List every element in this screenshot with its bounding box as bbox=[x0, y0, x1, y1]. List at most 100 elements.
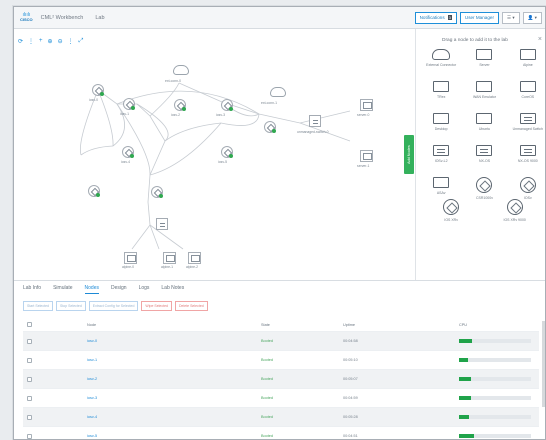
router-node[interactable] bbox=[221, 99, 233, 111]
router-node[interactable] bbox=[151, 186, 163, 198]
palette-item-iosv-l2[interactable]: IOSv-L2 bbox=[421, 145, 461, 171]
server-node[interactable] bbox=[360, 150, 373, 162]
node-name-link[interactable]: iosv-1 bbox=[87, 358, 261, 362]
router-node[interactable] bbox=[88, 185, 100, 197]
stop-selected-button[interactable]: Stop Selected bbox=[55, 301, 86, 311]
lab-name[interactable]: Lab bbox=[95, 15, 104, 21]
row-checkbox[interactable] bbox=[27, 414, 32, 420]
tab-lab-info[interactable]: Lab Info bbox=[23, 285, 41, 294]
cpu-fill bbox=[459, 339, 472, 343]
status-dot bbox=[159, 194, 163, 198]
palette-label: Server bbox=[479, 63, 490, 67]
node-actions: Start Selected Stop Selected Extract Con… bbox=[23, 301, 208, 311]
wan-emulator-icon bbox=[476, 81, 493, 92]
palette-item-server[interactable]: Server bbox=[464, 49, 504, 75]
wipe-selected-button[interactable]: Wipe Selected bbox=[141, 301, 172, 311]
switch-node[interactable] bbox=[309, 115, 321, 127]
topology-canvas[interactable]: ⟳ ⋮ + ⊕ ⊖ ⋮ ⤢ ext-conn-0 ext-conn-1 iosv… bbox=[14, 29, 402, 280]
router-node[interactable] bbox=[174, 99, 186, 111]
palette-item-wan-emulator[interactable]: WAN Emulator bbox=[464, 81, 504, 107]
select-all-checkbox[interactable] bbox=[27, 322, 32, 327]
table-row[interactable]: iosv-2 Booted 00:05:07 bbox=[23, 369, 539, 388]
table-scrollbar[interactable] bbox=[542, 321, 545, 407]
bottom-panel: Lab Info Simulate Nodes Design Logs Lab … bbox=[14, 280, 545, 439]
tab-logs[interactable]: Logs bbox=[139, 285, 150, 294]
palette-label: External Connector bbox=[426, 63, 457, 67]
start-selected-button[interactable]: Start Selected bbox=[23, 301, 53, 311]
palette-item-nx-os-9000[interactable]: NX-OS 9000 bbox=[508, 145, 545, 171]
router-node[interactable] bbox=[264, 121, 276, 133]
server-icon bbox=[476, 49, 493, 60]
palette-item-ios-xrv-9000[interactable]: IOS XRv 9000 bbox=[503, 199, 526, 225]
router-node[interactable] bbox=[123, 98, 135, 110]
column-state[interactable]: State bbox=[261, 323, 343, 327]
palette-label: WAN Emulator bbox=[472, 95, 496, 99]
server-node[interactable] bbox=[360, 99, 373, 111]
row-checkbox[interactable] bbox=[27, 338, 32, 344]
notifications-button[interactable]: Notifications 3 bbox=[414, 11, 457, 24]
status-dot bbox=[229, 107, 233, 111]
node-state: Booted bbox=[261, 339, 274, 343]
table-row[interactable]: iosv-4 Booted 00:05:28 bbox=[23, 407, 539, 426]
row-checkbox[interactable] bbox=[27, 395, 32, 401]
delete-selected-button[interactable]: Delete Selected bbox=[175, 301, 208, 311]
column-cpu[interactable]: CPU bbox=[459, 323, 539, 327]
palette-item-trex[interactable]: TRex bbox=[421, 81, 461, 107]
node-uptime: 00:04:59 bbox=[343, 396, 358, 400]
column-uptime[interactable]: Uptime bbox=[343, 323, 459, 327]
node-name-link[interactable]: iosv-5 bbox=[87, 434, 261, 438]
table-row[interactable]: iosv-3 Booted 00:04:59 bbox=[23, 388, 539, 407]
column-node[interactable]: Node bbox=[87, 323, 261, 327]
table-row[interactable]: iosv-1 Booted 00:05:10 bbox=[23, 350, 539, 369]
tab-design[interactable]: Design bbox=[111, 285, 127, 294]
router-node[interactable] bbox=[122, 146, 134, 158]
switch-node[interactable] bbox=[156, 218, 168, 230]
alpine-node[interactable] bbox=[188, 252, 201, 264]
node-name-link[interactable]: iosv-0 bbox=[87, 339, 261, 343]
node-state: Booted bbox=[261, 358, 274, 362]
table-row[interactable]: iosv-5 Booted 00:04:51 bbox=[23, 426, 539, 439]
status-dot bbox=[131, 106, 135, 110]
switch-icon bbox=[519, 145, 536, 156]
node-name-link[interactable]: iosv-2 bbox=[87, 377, 261, 381]
router-node[interactable] bbox=[92, 84, 104, 96]
palette-item-ubuntu[interactable]: Ubuntu bbox=[464, 113, 504, 139]
cpu-bar bbox=[459, 415, 531, 419]
external-connector-node[interactable] bbox=[270, 87, 286, 97]
coreos-icon bbox=[519, 81, 536, 92]
palette-item-coreos[interactable]: CoreOS bbox=[508, 81, 545, 107]
tab-lab-notes[interactable]: Lab Notes bbox=[161, 285, 184, 294]
router-node[interactable] bbox=[221, 146, 233, 158]
extract-config-button[interactable]: Extract Config for Selected bbox=[88, 301, 139, 311]
cpu-fill bbox=[459, 434, 475, 438]
node-uptime: 00:04:58 bbox=[343, 339, 358, 343]
user-manager-button[interactable]: User Manager bbox=[459, 11, 499, 24]
palette-label: IOS XRv 9000 bbox=[503, 218, 526, 222]
palette-item-alpine[interactable]: Alpine bbox=[508, 49, 545, 75]
palette-item-unmanaged-switch[interactable]: Unmanaged Switch bbox=[508, 113, 545, 139]
close-icon[interactable]: × bbox=[538, 36, 542, 43]
tab-simulate[interactable]: Simulate bbox=[53, 285, 72, 294]
menu-button[interactable]: ☰ ▾ bbox=[501, 11, 520, 24]
external-connector-node[interactable] bbox=[173, 65, 189, 75]
node-name-link[interactable]: iosv-4 bbox=[87, 415, 261, 419]
alpine-node[interactable] bbox=[163, 252, 176, 264]
cpu-bar bbox=[459, 396, 531, 400]
status-dot bbox=[229, 154, 233, 158]
palette-label: IOSv-L2 bbox=[434, 159, 448, 163]
node-label: iosv-0 bbox=[89, 98, 99, 102]
palette-item-nx-os[interactable]: NX-OS bbox=[464, 145, 504, 171]
table-row[interactable]: iosv-0 Booted 00:04:58 bbox=[23, 331, 539, 350]
node-name-link[interactable]: iosv-3 bbox=[87, 396, 261, 400]
row-checkbox[interactable] bbox=[27, 433, 32, 439]
user-button[interactable]: 👤 ▾ bbox=[522, 11, 542, 24]
tab-nodes[interactable]: Nodes bbox=[84, 285, 99, 294]
palette-item-desktop[interactable]: Desktop bbox=[421, 113, 461, 139]
row-checkbox[interactable] bbox=[27, 376, 32, 382]
alpine-node[interactable] bbox=[124, 252, 137, 264]
row-checkbox[interactable] bbox=[27, 357, 32, 363]
palette-item-ios-xrv[interactable]: IOS XRv bbox=[443, 199, 460, 225]
palette-title: Drag a node to add it to the lab bbox=[442, 38, 508, 43]
add-nodes-tab[interactable]: Add Nodes bbox=[404, 135, 414, 174]
palette-item-external-connector[interactable]: External Connector bbox=[421, 49, 461, 75]
